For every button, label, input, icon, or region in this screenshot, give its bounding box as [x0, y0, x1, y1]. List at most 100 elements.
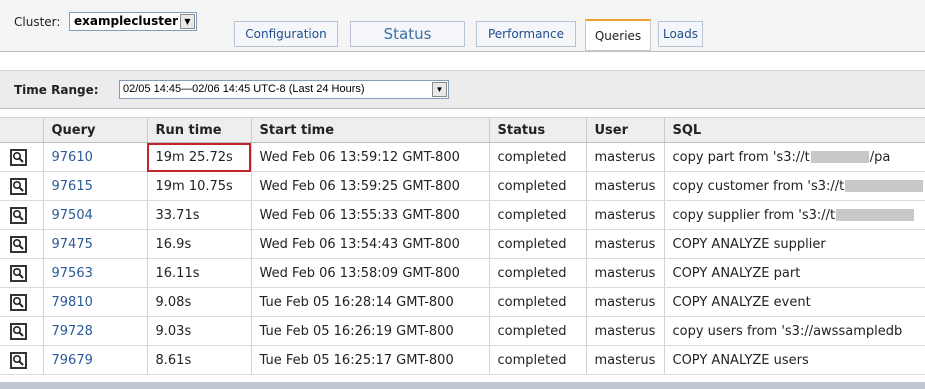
tab-performance-label: Performance — [487, 27, 565, 41]
run-time-cell: 16.11s — [147, 258, 252, 288]
magnifier-icon[interactable] — [10, 148, 27, 166]
tab-status[interactable]: Status — [350, 21, 465, 47]
table-row[interactable]: 97504 33.71s Wed Feb 06 13:55:33 GMT-800 co… — [0, 200, 925, 230]
sql-cell: copy customer from 's3://t — [664, 171, 925, 201]
cluster-select[interactable]: examplecluster ▼ — [69, 12, 197, 31]
sql-cell: COPY ANALYZE part — [664, 258, 925, 288]
sql-cell: COPY ANALYZE users — [664, 345, 925, 375]
magnifier-icon[interactable] — [10, 322, 27, 340]
column-header-status[interactable]: Status — [489, 117, 587, 143]
sql-cell: COPY ANALYZE supplier — [664, 229, 925, 259]
user-cell: masterus — [586, 200, 665, 230]
run-time-cell: 8.61s — [147, 345, 252, 375]
user-cell: masterus — [586, 171, 665, 201]
table-row[interactable]: 97615 19m 10.75s Wed Feb 06 13:59:25 GMT-8… — [0, 171, 925, 201]
start-time-cell: Wed Feb 06 13:59:25 GMT-800 — [251, 171, 490, 201]
spacer-band — [0, 52, 925, 70]
time-range-select[interactable]: 02/05 14:45—02/06 14:45 UTC-8 (Last 24 H… — [119, 80, 449, 99]
query-id-link[interactable]: 79810 — [43, 287, 148, 317]
start-time-cell: Tue Feb 05 16:28:14 GMT-800 — [251, 287, 490, 317]
cluster-label: Cluster: — [14, 15, 61, 29]
queries-table: Query Run time Start time Status User SQ… — [0, 117, 925, 375]
query-id-link[interactable]: 97610 — [43, 142, 148, 172]
tab-performance[interactable]: Performance — [476, 21, 576, 47]
magnifier-icon[interactable] — [10, 264, 27, 282]
status-cell: completed — [489, 229, 587, 259]
user-cell: masterus — [586, 287, 665, 317]
run-time-cell: 33.71s — [147, 200, 252, 230]
sql-cell: COPY ANALYZE event — [664, 287, 925, 317]
time-range-value: 02/05 14:45—02/06 14:45 UTC-8 (Last 24 H… — [123, 83, 365, 95]
user-cell: masterus — [586, 316, 665, 346]
run-time-cell: 9.08s — [147, 287, 252, 317]
user-cell: masterus — [586, 142, 665, 172]
sql-text: COPY ANALYZE event — [672, 294, 811, 310]
table-row[interactable]: 79679 8.61s Tue Feb 05 16:25:17 GMT-800 com… — [0, 345, 925, 375]
magnifier-icon[interactable] — [10, 293, 27, 311]
user-cell: masterus — [586, 345, 665, 375]
sql-text: COPY ANALYZE supplier — [672, 236, 826, 252]
magnifier-icon[interactable] — [10, 206, 27, 224]
sql-text-tail: /pa — [869, 149, 891, 165]
redacted-block — [836, 209, 915, 221]
sql-text: copy users from 's3://awssampledb — [672, 323, 903, 339]
sql-text: COPY ANALYZE part — [672, 265, 801, 281]
run-time-cell: 19m 10.75s — [147, 171, 252, 201]
column-header-run-time[interactable]: Run time — [147, 117, 252, 143]
start-time-cell: Tue Feb 05 16:25:17 GMT-800 — [251, 345, 490, 375]
run-time-cell: 9.03s — [147, 316, 252, 346]
status-cell: completed — [489, 200, 587, 230]
dropdown-arrow-icon[interactable]: ▼ — [180, 14, 195, 29]
column-header-icon — [0, 117, 44, 143]
start-time-cell: Wed Feb 06 13:58:09 GMT-800 — [251, 258, 490, 288]
table-row[interactable]: 97610 19m 25.72s Wed Feb 06 13:59:12 GMT-8… — [0, 142, 925, 172]
dropdown-arrow-icon[interactable]: ▼ — [432, 82, 447, 97]
table-row[interactable]: 97563 16.11s Wed Feb 06 13:58:09 GMT-800 co… — [0, 258, 925, 288]
tab-queries[interactable]: Queries — [585, 19, 651, 51]
query-id-link[interactable]: 79728 — [43, 316, 148, 346]
tab-loads[interactable]: Loads — [658, 21, 703, 47]
cluster-select-value: examplecluster — [74, 14, 179, 28]
redacted-block — [845, 180, 924, 192]
start-time-cell: Wed Feb 06 13:54:43 GMT-800 — [251, 229, 490, 259]
tab-configuration[interactable]: Configuration — [234, 21, 338, 47]
top-toolbar: Cluster: examplecluster ▼ Configuration … — [0, 0, 925, 52]
magnifier-icon[interactable] — [10, 177, 27, 195]
status-cell: completed — [489, 258, 587, 288]
time-range-bar: Time Range: 02/05 14:45—02/06 14:45 UTC-… — [0, 70, 925, 109]
magnifier-icon[interactable] — [10, 235, 27, 253]
column-header-query[interactable]: Query — [43, 117, 148, 143]
row-detail-cell[interactable] — [0, 345, 44, 375]
tab-configuration-label: Configuration — [245, 27, 327, 41]
magnifier-icon[interactable] — [10, 351, 27, 369]
status-cell: completed — [489, 171, 587, 201]
column-header-user[interactable]: User — [586, 117, 665, 143]
query-id-link[interactable]: 97504 — [43, 200, 148, 230]
column-header-start-time[interactable]: Start time — [251, 117, 490, 143]
start-time-cell: Wed Feb 06 13:55:33 GMT-800 — [251, 200, 490, 230]
row-detail-cell[interactable] — [0, 316, 44, 346]
sql-text: COPY ANALYZE users — [672, 352, 809, 368]
status-cell: completed — [489, 142, 587, 172]
run-time-cell: 16.9s — [147, 229, 252, 259]
row-detail-cell[interactable] — [0, 287, 44, 317]
table-row[interactable]: 79728 9.03s Tue Feb 05 16:26:19 GMT-800 com… — [0, 316, 925, 346]
table-row[interactable]: 97475 16.9s Wed Feb 06 13:54:43 GMT-800 com… — [0, 229, 925, 259]
query-id-link[interactable]: 79679 — [43, 345, 148, 375]
query-id-link[interactable]: 97475 — [43, 229, 148, 259]
row-detail-cell[interactable] — [0, 258, 44, 288]
tab-loads-label: Loads — [662, 27, 699, 41]
column-header-sql[interactable]: SQL — [664, 117, 925, 143]
tab-status-label: Status — [383, 25, 432, 43]
query-id-link[interactable]: 97615 — [43, 171, 148, 201]
redacted-block — [810, 151, 869, 163]
user-cell: masterus — [586, 229, 665, 259]
row-detail-cell[interactable] — [0, 171, 44, 201]
sql-text: copy customer from 's3://t — [672, 178, 845, 194]
row-detail-cell[interactable] — [0, 142, 44, 172]
row-detail-cell[interactable] — [0, 200, 44, 230]
table-row[interactable]: 79810 9.08s Tue Feb 05 16:28:14 GMT-800 com… — [0, 287, 925, 317]
query-id-link[interactable]: 97563 — [43, 258, 148, 288]
sql-cell: copy part from 's3://t/pa — [664, 142, 925, 172]
row-detail-cell[interactable] — [0, 229, 44, 259]
